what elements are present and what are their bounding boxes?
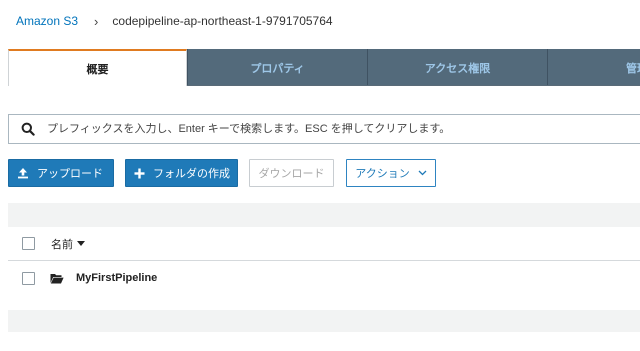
tab-properties[interactable]: プロパティ [187, 49, 367, 86]
name-column-header[interactable]: 名前 [51, 236, 85, 252]
table-row: MyFirstPipeline [8, 262, 640, 294]
table-bottom-band [8, 310, 640, 332]
tab-permissions[interactable]: アクセス権限 [367, 49, 547, 86]
folder-name-link[interactable]: MyFirstPipeline [76, 272, 157, 284]
download-button[interactable]: ダウンロード [249, 159, 334, 187]
table-top-band [8, 203, 640, 227]
create-folder-button[interactable]: フォルダの作成 [125, 159, 238, 187]
search-input[interactable] [47, 123, 627, 135]
upload-button-label: アップロード [37, 168, 103, 180]
action-toolbar: アップロード フォルダの作成 ダウンロード アクション [8, 159, 436, 187]
breadcrumb-bucket-name: codepipeline-ap-northeast-1-9791705764 [112, 14, 333, 28]
select-all-checkbox[interactable] [22, 237, 35, 250]
upload-icon [17, 167, 29, 179]
actions-button-label: アクション [355, 168, 410, 180]
breadcrumb-amazon-s3-link[interactable]: Amazon S3 [16, 14, 78, 28]
plus-icon [134, 168, 145, 179]
search-icon [21, 122, 35, 136]
folder-open-icon [50, 273, 64, 284]
chevron-down-icon [418, 170, 427, 176]
tab-overview[interactable]: 概要 [8, 49, 187, 86]
table-header: 名前 [8, 227, 640, 261]
name-column-label: 名前 [51, 238, 73, 251]
search-bar [8, 114, 640, 144]
row-checkbox[interactable] [22, 271, 35, 285]
tab-management[interactable]: 管理 [547, 49, 640, 86]
create-folder-button-label: フォルダの作成 [153, 168, 230, 180]
actions-dropdown-button[interactable]: アクション [346, 159, 436, 187]
breadcrumb: Amazon S3 › codepipeline-ap-northeast-1-… [16, 12, 333, 30]
breadcrumb-separator: › [94, 13, 99, 29]
tab-bar: 概要 プロパティ アクセス権限 管理 [8, 49, 640, 86]
sort-descending-icon [77, 241, 85, 246]
upload-button[interactable]: アップロード [8, 159, 114, 187]
